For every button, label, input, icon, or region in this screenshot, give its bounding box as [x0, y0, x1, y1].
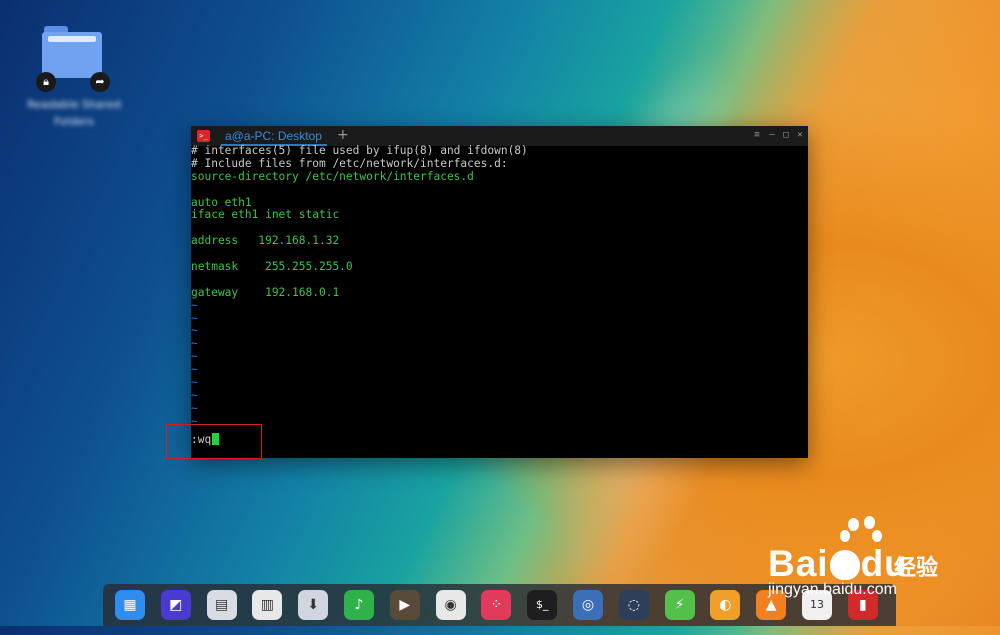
desktop-icon-label: Readable Shared Folders — [27, 98, 121, 128]
watermark-brand-cn: 经验 — [894, 556, 939, 581]
watermark-brand: Bai — [768, 543, 829, 584]
launcher-icon-glyph: ▦ — [123, 597, 137, 613]
close-icon[interactable]: ✕ — [794, 129, 806, 141]
folder-icon — [42, 26, 102, 78]
video-icon[interactable]: ▶ — [389, 590, 420, 620]
app-store-icon[interactable]: ⬇ — [298, 590, 329, 620]
terminal-line: ~ — [191, 401, 198, 415]
terminal-line: # Include files from /etc/network/interf… — [191, 156, 508, 170]
terminal-line: ~ — [191, 350, 198, 364]
terminal-line: address 192.168.1.32 — [191, 234, 340, 248]
maximize-icon[interactable]: □ — [780, 129, 792, 141]
lock-icon: 🔒︎ — [36, 72, 56, 92]
terminal-line: ~ — [191, 363, 198, 377]
terminal-icon[interactable]: $_ — [527, 590, 558, 620]
screenshot-icon-glyph: ◎ — [581, 597, 595, 613]
screenshot-icon[interactable]: ◎ — [573, 590, 603, 620]
terminal-line: ~ — [191, 414, 198, 428]
terminal-line: # interfaces(5) file used by ifup(8) and… — [191, 144, 528, 157]
sync-icon[interactable]: ◐ — [710, 590, 741, 620]
music-icon-glyph: ♪ — [354, 597, 364, 613]
chrome-icon[interactable]: ◉ — [435, 590, 466, 620]
terminal-app-icon: >_ — [197, 130, 210, 142]
terminal-line: source-directory /etc/network/interfaces… — [191, 169, 474, 183]
file-manager-icon-glyph: ▤ — [214, 597, 229, 613]
dice-app-icon-glyph: ⁘ — [490, 597, 503, 613]
highlight-annotation-box — [166, 424, 262, 459]
thunder-icon[interactable]: ⚡ — [664, 590, 695, 620]
menu-icon[interactable]: ≡ — [751, 129, 763, 141]
new-tab-button[interactable]: + — [337, 127, 349, 143]
browser-icon[interactable]: ◌ — [618, 590, 649, 620]
chrome-icon-glyph: ◉ — [444, 597, 457, 613]
terminal-line: ~ — [191, 337, 198, 351]
app-store-icon-glyph: ⬇ — [307, 597, 320, 613]
terminal-titlebar[interactable]: >_ a@a-PC: Desktop + ≡ — □ ✕ — [191, 126, 808, 146]
terminal-line: netmask 255.255.255.0 — [191, 260, 353, 274]
video-icon-glyph: ▶ — [399, 597, 411, 613]
share-arrow-icon: ➦ — [90, 72, 110, 92]
desktop-folder-shortcut[interactable]: 🔒︎ ➦ Readable Shared Folders — [27, 22, 121, 132]
launcher-icon[interactable]: ▦ — [115, 590, 145, 620]
terminal-line: ~ — [191, 324, 198, 338]
paw-logo-icon — [829, 550, 860, 580]
baidu-jingyan-watermark: Bai du 经验 jingyan.baidu.com — [768, 516, 988, 608]
dice-app-icon[interactable]: ⁘ — [481, 590, 512, 620]
music-icon[interactable]: ♪ — [344, 590, 374, 620]
terminal-text-area[interactable]: # interfaces(5) file used by ifup(8) and… — [191, 144, 808, 429]
terminal-line: ~ — [191, 298, 198, 312]
minimize-icon[interactable]: — — [766, 129, 778, 141]
terminal-line: ~ — [191, 311, 198, 325]
archive-manager-icon-glyph: ▥ — [260, 597, 274, 613]
thunder-icon-glyph: ⚡ — [674, 597, 685, 613]
multitasking-icon-glyph: ◩ — [169, 597, 183, 613]
file-manager-icon[interactable]: ▤ — [206, 590, 237, 620]
terminal-tab-title[interactable]: a@a-PC: Desktop — [225, 128, 322, 144]
multitasking-icon[interactable]: ◩ — [160, 590, 191, 620]
terminal-icon-glyph: $_ — [535, 598, 549, 611]
watermark-url: jingyan.baidu.com — [768, 581, 897, 598]
terminal-line: ~ — [191, 376, 198, 390]
terminal-line: gateway 192.168.0.1 — [191, 285, 340, 299]
terminal-line: ~ — [191, 388, 198, 402]
browser-icon-glyph: ◌ — [627, 597, 640, 613]
sync-icon-glyph: ◐ — [719, 597, 732, 613]
terminal-line: iface eth1 inet static — [191, 208, 340, 222]
archive-manager-icon[interactable]: ▥ — [252, 590, 283, 620]
terminal-window[interactable]: >_ a@a-PC: Desktop + ≡ — □ ✕ # interface… — [191, 126, 808, 458]
